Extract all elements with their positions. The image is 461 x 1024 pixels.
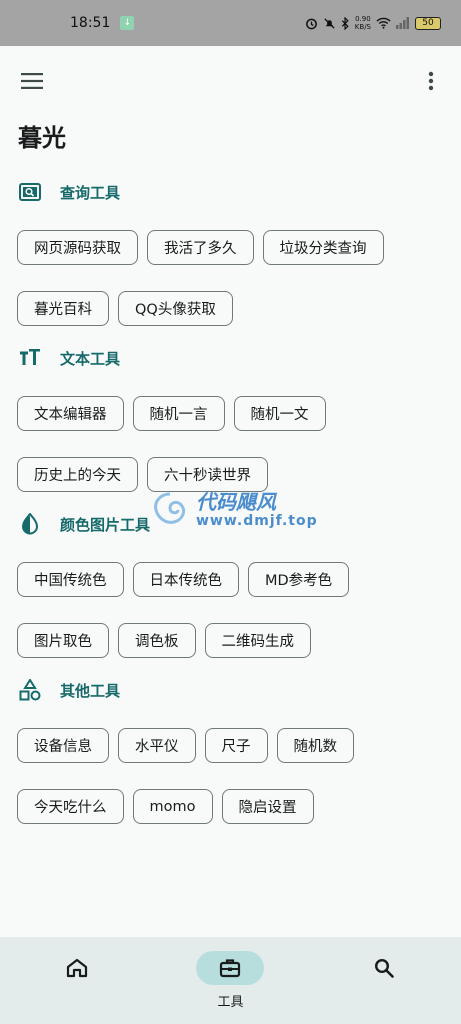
chip-random-article[interactable]: 随机一文: [233, 396, 326, 431]
hamburger-menu-icon: [21, 73, 43, 89]
chip-today-in-history[interactable]: 历史上的今天: [17, 457, 138, 492]
chip-ruler[interactable]: 尺子: [204, 728, 268, 763]
section-title: 查询工具: [60, 183, 121, 202]
chip-qq-avatar[interactable]: QQ头像获取: [118, 291, 233, 326]
page-title: 暮光: [18, 124, 66, 152]
watermark-url: www.dmjf.top: [196, 513, 318, 529]
menu-button[interactable]: [18, 67, 46, 95]
section-header: 查询工具: [0, 172, 461, 212]
chip-row: 暮光百科 QQ头像获取: [0, 291, 461, 326]
section-header: 文本工具: [0, 338, 461, 378]
chip-row: 网页源码获取 我活了多久 垃圾分类查询: [0, 230, 461, 265]
toolbox-icon: [220, 959, 241, 978]
shapes-icon: [18, 678, 42, 702]
chip-row: 文本编辑器 随机一言 随机一文: [0, 396, 461, 431]
chip-momo[interactable]: momo: [132, 789, 213, 824]
chip-device-info[interactable]: 设备信息: [17, 728, 109, 763]
section-title: 颜色图片工具: [60, 515, 151, 534]
home-icon: [66, 958, 87, 978]
alarm-icon: [305, 18, 317, 29]
chip-row: 设备信息 水平仪 尺子 随机数: [0, 728, 461, 763]
chip-how-long-lived[interactable]: 我活了多久: [147, 230, 254, 265]
nav-home[interactable]: [27, 951, 127, 985]
search-box-icon: [18, 180, 42, 204]
nav-search[interactable]: [334, 951, 434, 985]
chip-row: 历史上的今天 六十秒读世界: [0, 457, 461, 492]
bluetooth-icon: [341, 16, 349, 30]
mute-icon: [324, 17, 335, 29]
chip-what-to-eat[interactable]: 今天吃什么: [17, 789, 124, 824]
chip-sixty-seconds[interactable]: 六十秒读世界: [147, 457, 268, 492]
nav-pill: [350, 951, 418, 985]
bottom-navigation: 工具: [0, 937, 461, 1024]
app-bar: [0, 46, 461, 116]
chip-row: 今天吃什么 momo 隐启设置: [0, 789, 461, 824]
more-options-button[interactable]: [417, 67, 445, 95]
watermark-logo: [154, 492, 186, 524]
nav-pill: [196, 951, 265, 985]
chip-encyclopedia[interactable]: 暮光百科: [17, 291, 109, 326]
color-drop-icon: [18, 512, 42, 536]
speed-unit: KB/S: [354, 23, 371, 31]
speed-value: 0.90: [355, 15, 371, 23]
nav-pill: [43, 951, 111, 985]
nav-label: 工具: [217, 995, 244, 1010]
battery-indicator: 50: [415, 16, 441, 30]
chip-chinese-colors[interactable]: 中国传统色: [17, 562, 124, 597]
section-text-tools: 文本工具 文本编辑器 随机一言 随机一文 历史上的今天 六十秒读世界: [0, 338, 461, 492]
chip-qr-generator[interactable]: 二维码生成: [204, 623, 311, 658]
chip-random-quote[interactable]: 随机一言: [132, 396, 225, 431]
section-other-tools: 其他工具 设备信息 水平仪 尺子 随机数 今天吃什么 momo 隐启设置: [0, 670, 461, 824]
section-title: 其他工具: [60, 681, 121, 700]
chip-random-number[interactable]: 随机数: [276, 728, 354, 763]
section-title: 文本工具: [60, 349, 121, 368]
network-speed: 0.90 KB/S: [355, 15, 371, 31]
battery-level: 50: [422, 18, 434, 28]
chip-row: 中国传统色 日本传统色 MD参考色: [0, 562, 461, 597]
chip-webpage-source[interactable]: 网页源码获取: [17, 230, 138, 265]
status-icons: 0.90 KB/S 50: [305, 15, 441, 31]
chip-garbage-sorting[interactable]: 垃圾分类查询: [262, 230, 384, 265]
section-header: 其他工具: [0, 670, 461, 710]
text-size-icon: [18, 346, 42, 370]
chip-hidden-settings[interactable]: 隐启设置: [221, 789, 314, 824]
section-query-tools: 查询工具 网页源码获取 我活了多久 垃圾分类查询 暮光百科 QQ头像获取: [0, 172, 461, 326]
watermark-text: 代码飓风 www.dmjf.top: [196, 491, 318, 529]
watermark: 代码飓风 www.dmjf.top: [150, 490, 318, 530]
download-notification-icon: ↓: [120, 16, 135, 30]
signal-icon: [396, 17, 409, 29]
more-vert-icon: [428, 71, 434, 91]
chip-md-colors[interactable]: MD参考色: [248, 562, 350, 597]
status-bar: 18:51 ↓ 0.90 KB/S 50: [0, 0, 461, 46]
watermark-brand: 代码飓风: [196, 490, 276, 514]
search-icon: [375, 958, 394, 978]
nav-tools[interactable]: 工具: [180, 951, 280, 1010]
chip-palette[interactable]: 调色板: [118, 623, 196, 658]
chip-row: 图片取色 调色板 二维码生成: [0, 623, 461, 658]
chip-japanese-colors[interactable]: 日本传统色: [132, 562, 239, 597]
wifi-icon: [376, 17, 391, 29]
chip-text-editor[interactable]: 文本编辑器: [17, 396, 124, 431]
chip-level[interactable]: 水平仪: [118, 728, 196, 763]
status-time: 18:51: [70, 15, 111, 31]
chip-image-color-picker[interactable]: 图片取色: [17, 623, 109, 658]
